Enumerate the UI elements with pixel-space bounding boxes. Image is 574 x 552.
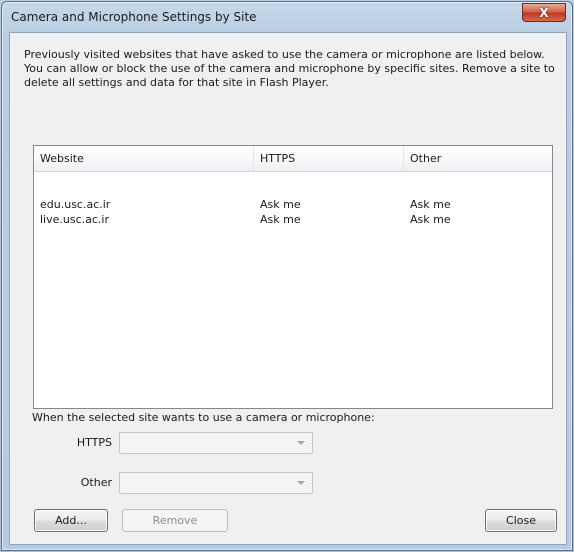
add-button[interactable]: Add... bbox=[34, 509, 108, 532]
https-label: HTTPS bbox=[76, 436, 112, 449]
https-dropdown[interactable] bbox=[119, 432, 313, 454]
other-cell: Ask me bbox=[410, 213, 451, 226]
other-cell: Ask me bbox=[410, 198, 451, 211]
settings-window: Camera and Microphone Settings by Site X… bbox=[1, 1, 573, 551]
close-button[interactable]: Close bbox=[485, 509, 557, 532]
table-row[interactable]: edu.usc.ac.ir Ask me Ask me bbox=[34, 197, 552, 213]
window-title: Camera and Microphone Settings by Site bbox=[11, 10, 257, 24]
table-row[interactable]: live.usc.ac.ir Ask me Ask me bbox=[34, 212, 552, 228]
list-header: Website HTTPS Other bbox=[34, 146, 552, 172]
sites-list[interactable]: Website HTTPS Other edu.usc.ac.ir Ask me… bbox=[33, 145, 553, 409]
window-close-button[interactable]: X bbox=[522, 3, 566, 22]
title-bar: Camera and Microphone Settings by Site X bbox=[2, 2, 572, 32]
https-cell: Ask me bbox=[260, 198, 301, 211]
column-header-website[interactable]: Website bbox=[34, 146, 254, 171]
close-icon: X bbox=[539, 5, 549, 20]
website-cell: edu.usc.ac.ir bbox=[40, 198, 111, 211]
remove-button[interactable]: Remove bbox=[122, 509, 228, 532]
dialog-body: Previously visited websites that have as… bbox=[9, 32, 567, 545]
column-header-https[interactable]: HTTPS bbox=[254, 146, 404, 171]
website-cell: live.usc.ac.ir bbox=[40, 213, 109, 226]
other-dropdown[interactable] bbox=[119, 472, 313, 494]
column-header-other[interactable]: Other bbox=[404, 146, 554, 171]
chevron-down-icon bbox=[297, 441, 305, 445]
other-label: Other bbox=[80, 476, 112, 489]
chevron-down-icon bbox=[297, 481, 305, 485]
intro-text: Previously visited websites that have as… bbox=[24, 48, 555, 89]
selection-prompt: When the selected site wants to use a ca… bbox=[32, 411, 375, 424]
https-cell: Ask me bbox=[260, 213, 301, 226]
